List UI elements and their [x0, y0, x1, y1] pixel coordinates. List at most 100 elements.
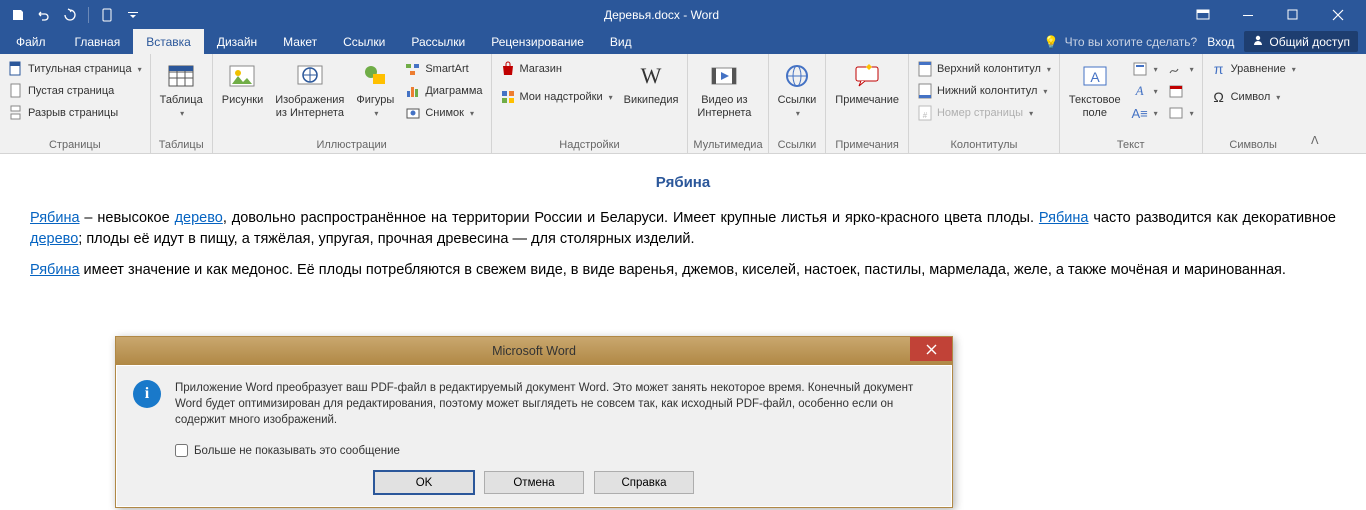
group-label: Колонтитулы — [914, 139, 1054, 153]
symbol-button[interactable]: ΩСимвол▾ — [1208, 87, 1299, 107]
touch-mode-icon[interactable] — [97, 5, 117, 25]
dont-show-checkbox[interactable]: Больше не показывать это сообщение — [175, 444, 935, 457]
login-link[interactable]: Вход — [1207, 35, 1234, 49]
redo-icon[interactable] — [60, 5, 80, 25]
online-pictures-icon — [294, 60, 326, 92]
tell-me-search[interactable]: 💡 Что вы хотите сделать? — [1044, 35, 1198, 49]
svg-text:#: # — [923, 111, 928, 120]
save-icon[interactable] — [8, 5, 28, 25]
group-addins: Магазин Мои надстройки▾ WВикипедия Надст… — [492, 54, 689, 153]
group-media: Видео из Интернета Мультимедиа — [688, 54, 768, 153]
store-icon — [500, 61, 516, 77]
paragraph: Рябина имеет значение и как медонос. Её … — [30, 260, 1336, 281]
addins-icon — [500, 89, 516, 105]
close-button[interactable] — [1315, 0, 1360, 29]
ok-button[interactable]: OK — [374, 471, 474, 494]
tab-design[interactable]: Дизайн — [204, 29, 270, 54]
tab-file[interactable]: Файл — [0, 29, 62, 54]
drop-cap-button[interactable]: A≡▾ — [1129, 103, 1161, 123]
footer-button[interactable]: Нижний колонтитул▾ — [914, 81, 1054, 101]
pictures-icon — [226, 60, 258, 92]
shapes-button[interactable]: Фигуры▾ — [352, 57, 398, 119]
cover-page-icon — [8, 61, 24, 77]
collapse-ribbon-button[interactable]: ᐱ — [1304, 54, 1326, 153]
quick-parts-button[interactable]: ▾ — [1129, 59, 1161, 79]
screenshot-button[interactable]: Снимок▾ — [402, 103, 485, 123]
wikipedia-button[interactable]: WВикипедия — [620, 57, 683, 107]
ribbon-options-icon[interactable] — [1180, 0, 1225, 29]
wordart-button[interactable]: A▾ — [1129, 81, 1161, 101]
group-tables: Таблица▾ Таблицы — [151, 54, 213, 153]
online-video-button[interactable]: Видео из Интернета — [693, 57, 755, 119]
cancel-button[interactable]: Отмена — [484, 471, 584, 494]
page-number-button[interactable]: #Номер страницы▾ — [914, 103, 1054, 123]
chart-button[interactable]: Диаграмма — [402, 81, 485, 101]
hyperlink[interactable]: Рябина — [1039, 210, 1089, 226]
cover-page-button[interactable]: Титульная страница▾ — [5, 59, 145, 79]
group-label: Таблицы — [156, 139, 207, 153]
hyperlink[interactable]: Рябина — [30, 262, 80, 278]
checkbox-input[interactable] — [175, 444, 188, 457]
datetime-button[interactable] — [1165, 81, 1197, 101]
table-icon — [165, 60, 197, 92]
dialog-close-button[interactable] — [910, 337, 952, 361]
dialog: Microsoft Word i Приложение Word преобра… — [115, 336, 953, 508]
group-headers: Верхний колонтитул▾ Нижний колонтитул▾ #… — [909, 54, 1060, 153]
my-addins-button[interactable]: Мои надстройки▾ — [497, 87, 616, 107]
table-button[interactable]: Таблица▾ — [156, 57, 207, 119]
blank-page-button[interactable]: Пустая страница — [5, 81, 145, 101]
group-text: AТекстовое поле ▾ A▾ A≡▾ ▾ ▾ Текст — [1060, 54, 1203, 153]
page-break-icon — [8, 105, 24, 121]
smartart-button[interactable]: SmartArt — [402, 59, 485, 79]
link-icon — [781, 60, 813, 92]
hyperlink[interactable]: дерево — [175, 210, 223, 226]
tab-mailings[interactable]: Рассылки — [398, 29, 478, 54]
svg-text:A: A — [1090, 69, 1100, 85]
textbox-button[interactable]: AТекстовое поле — [1065, 57, 1125, 119]
equation-button[interactable]: πУравнение▾ — [1208, 59, 1299, 79]
group-comments: Примечание Примечания — [826, 54, 909, 153]
dialog-titlebar[interactable]: Microsoft Word — [116, 337, 952, 365]
store-button[interactable]: Магазин — [497, 59, 616, 79]
minimize-button[interactable] — [1225, 0, 1270, 29]
group-label: Иллюстрации — [218, 139, 486, 153]
tab-view[interactable]: Вид — [597, 29, 645, 54]
share-button[interactable]: Общий доступ — [1244, 31, 1358, 52]
undo-icon[interactable] — [34, 5, 54, 25]
tab-references[interactable]: Ссылки — [330, 29, 398, 54]
group-label: Надстройки — [497, 139, 683, 153]
maximize-button[interactable] — [1270, 0, 1315, 29]
tab-layout[interactable]: Макет — [270, 29, 330, 54]
object-icon — [1168, 105, 1184, 121]
group-label: Мультимедиа — [693, 139, 762, 153]
hyperlink[interactable]: дерево — [30, 231, 78, 247]
info-icon: i — [133, 380, 161, 408]
video-icon — [708, 60, 740, 92]
document-body[interactable]: Рябина Рябина – невысокое дерево, доволь… — [0, 154, 1366, 309]
wordart-icon: A — [1132, 83, 1148, 99]
group-illustrations: Рисунки Изображения из Интернета Фигуры▾… — [213, 54, 492, 153]
textbox-icon: A — [1079, 60, 1111, 92]
online-pictures-button[interactable]: Изображения из Интернета — [271, 57, 348, 119]
page-break-button[interactable]: Разрыв страницы — [5, 103, 145, 123]
shapes-icon — [359, 60, 391, 92]
dropcap-icon: A≡ — [1132, 105, 1148, 121]
header-button[interactable]: Верхний колонтитул▾ — [914, 59, 1054, 79]
comment-button[interactable]: Примечание — [831, 57, 903, 107]
tab-home[interactable]: Главная — [62, 29, 134, 54]
links-button[interactable]: Ссылки▾ — [774, 57, 821, 119]
person-icon — [1252, 34, 1264, 49]
qat-customize-icon[interactable] — [123, 5, 143, 25]
signature-button[interactable]: ▾ — [1165, 59, 1197, 79]
tab-insert[interactable]: Вставка — [133, 29, 204, 54]
smartart-icon — [405, 61, 421, 77]
group-label: Текст — [1065, 139, 1197, 153]
wikipedia-icon: W — [635, 60, 667, 92]
equation-icon: π — [1211, 61, 1227, 77]
dialog-message: Приложение Word преобразует ваш PDF-файл… — [175, 380, 935, 428]
help-button[interactable]: Справка — [594, 471, 694, 494]
hyperlink[interactable]: Рябина — [30, 210, 80, 226]
object-button[interactable]: ▾ — [1165, 103, 1197, 123]
tab-review[interactable]: Рецензирование — [478, 29, 597, 54]
pictures-button[interactable]: Рисунки — [218, 57, 268, 107]
